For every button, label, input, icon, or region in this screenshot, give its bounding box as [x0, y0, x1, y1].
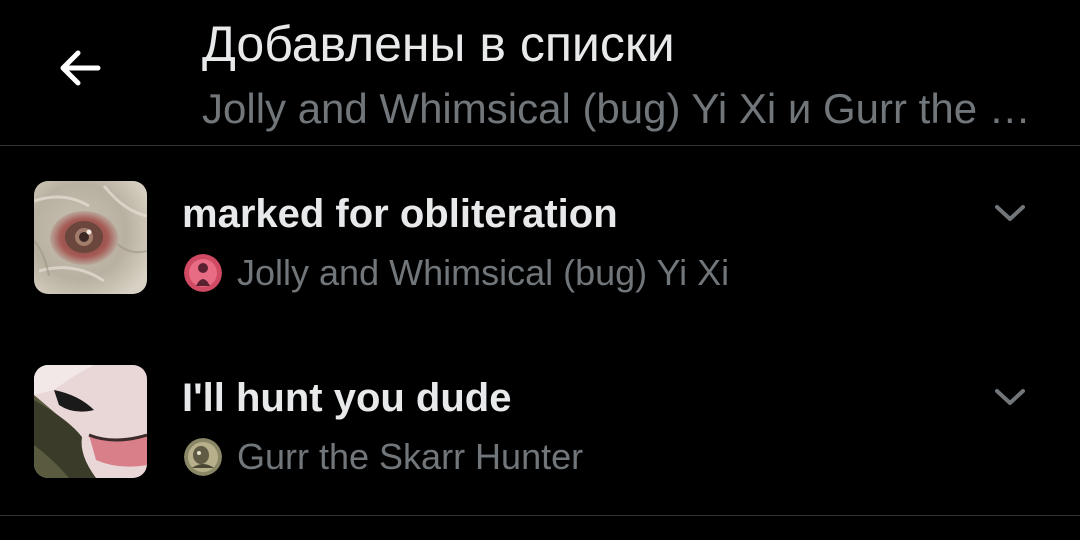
chevron-down-icon — [995, 389, 1025, 405]
owner-avatar — [184, 438, 222, 476]
list-thumbnail-image — [34, 365, 147, 478]
expand-button[interactable] — [988, 193, 1032, 233]
list-name: I'll hunt you dude — [182, 376, 512, 420]
owner-name: Gurr the Skarr Hunter — [237, 436, 584, 477]
page-subtitle: Jolly and Whimsical (bug) Yi Xi и Gurr t… — [202, 85, 1052, 132]
page-title: Добавлены в списки — [202, 16, 675, 72]
list-thumbnail-image — [34, 181, 147, 294]
list-name: marked for obliteration — [182, 192, 618, 236]
owner-avatar — [184, 254, 222, 292]
expand-button[interactable] — [988, 377, 1032, 417]
top-app-bar: Добавлены в списки Jolly and Whimsical (… — [0, 0, 1080, 146]
list-item-ill-hunt-you-dude[interactable]: I'll hunt you dude Gurr the Skarr Hunter — [0, 331, 1080, 515]
list-item-marked-for-obliteration[interactable]: marked for obliteration Jolly and Whimsi… — [0, 147, 1080, 331]
divider — [0, 515, 1080, 516]
back-arrow-icon — [60, 50, 101, 86]
chevron-down-icon — [995, 205, 1025, 221]
owner-name: Jolly and Whimsical (bug) Yi Xi — [237, 252, 730, 293]
back-button[interactable] — [40, 28, 120, 108]
